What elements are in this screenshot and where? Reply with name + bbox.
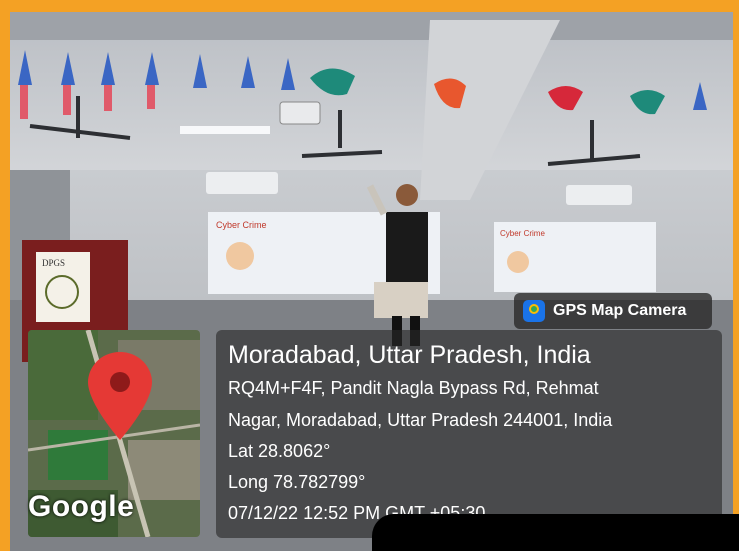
gps-badge-label: GPS Map Camera xyxy=(553,302,687,319)
slide-left-title: Cyber Crime xyxy=(216,220,267,230)
podium-logo-text: DPGS xyxy=(42,258,65,268)
photo-border-left xyxy=(0,0,10,551)
address-line-1: RQ4M+F4F, Pandit Nagla Bypass Rd, Rehmat xyxy=(228,378,599,398)
gps-map-camera-icon xyxy=(523,300,545,322)
gps-map-camera-badge: GPS Map Camera xyxy=(514,293,712,329)
address-line-2: Nagar, Moradabad, Uttar Pradesh 244001, … xyxy=(228,410,613,430)
google-logo-text: Google xyxy=(28,490,135,523)
slide-right-title: Cyber Crime xyxy=(500,229,545,238)
location-title: Moradabad, Uttar Pradesh, India xyxy=(228,341,591,369)
latitude: Lat 28.8062° xyxy=(228,441,331,461)
photo-border-right xyxy=(733,0,739,551)
longitude: Long 78.782799° xyxy=(228,472,366,492)
photo-frame: Cyber Crime Cyber Crime DPGS GPS Map Cam… xyxy=(0,0,739,551)
photo-border-top xyxy=(0,0,739,12)
black-corner-block xyxy=(372,514,739,551)
